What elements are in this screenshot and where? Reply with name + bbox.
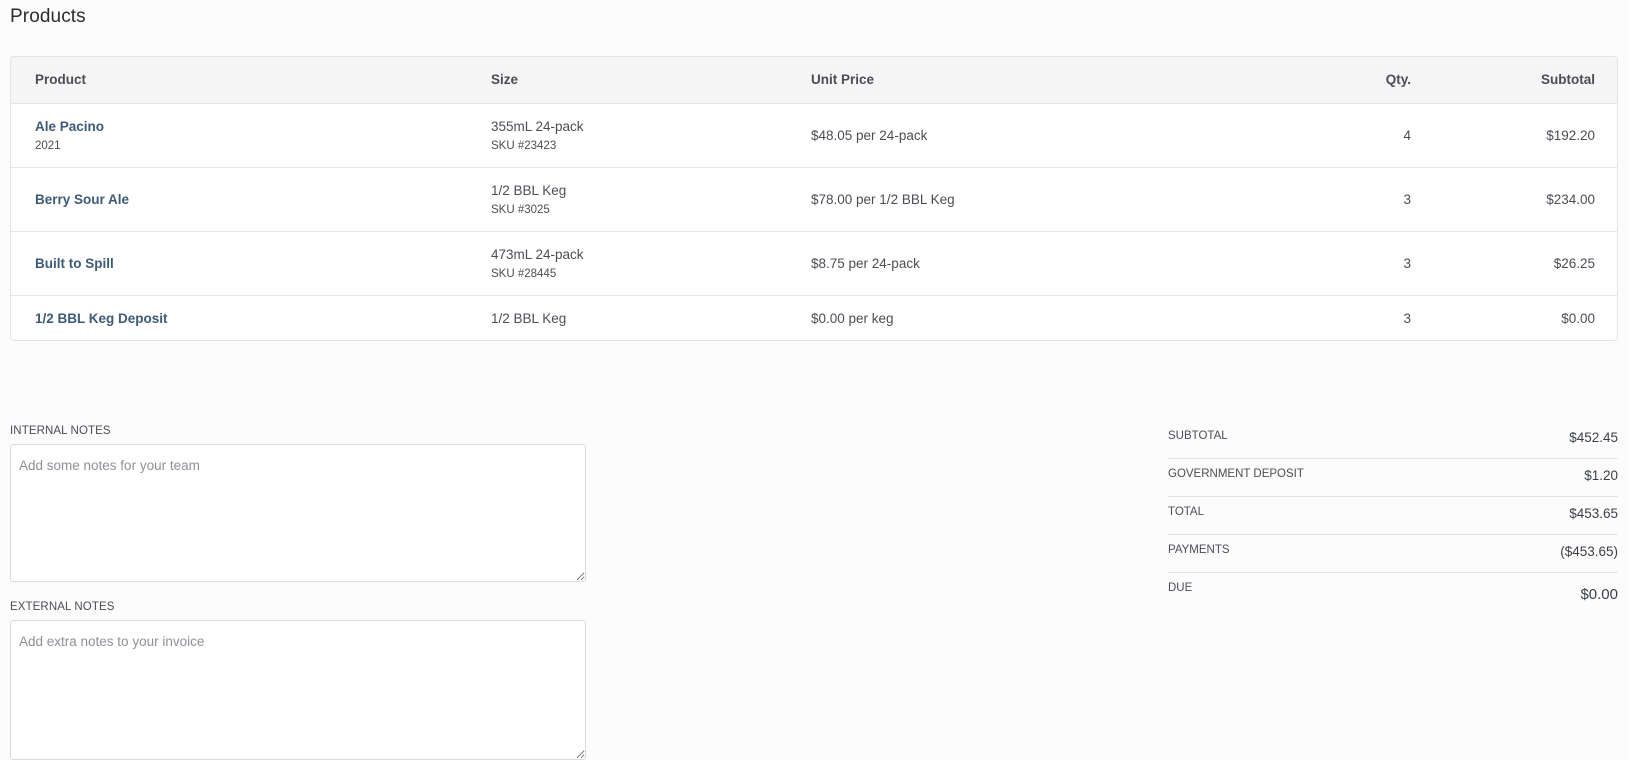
size-label: 473mL 24-pack [491,246,584,262]
product-cell: 1/2 BBL Keg Deposit [11,295,491,340]
subtotal-cell: $234.00 [1546,191,1595,207]
table-row: Ale Pacino 2021 355mL 24-pack SKU #23423… [11,103,1617,167]
product-link[interactable]: Berry Sour Ale [35,192,491,207]
page-title: Products [10,6,86,27]
total-value: $453.65 [1569,506,1618,521]
total-label: TOTAL [1168,506,1204,518]
size-cell: 1/2 BBL Keg [491,295,811,340]
totals-row-total: TOTAL $453.65 [1168,497,1618,535]
subtotal-cell: $0.00 [1561,310,1595,326]
size-cell: 473mL 24-pack SKU #28445 [491,231,811,295]
unit-price-cell: $0.00 per keg [811,310,894,326]
external-notes-label: EXTERNAL NOTES [10,601,115,613]
sku-label: SKU #3025 [491,203,550,216]
external-notes-textarea[interactable] [10,620,586,760]
subtotal-value: $452.45 [1569,430,1618,445]
due-label: DUE [1168,582,1193,594]
totals-row-government-deposit: GOVERNMENT DEPOSIT $1.20 [1168,459,1618,497]
product-cell: Berry Sour Ale [11,167,491,231]
product-link[interactable]: Built to Spill [35,256,491,271]
product-vintage: 2021 [35,139,61,152]
products-table-card: Product Size Unit Price Qty. Subtotal Al… [10,56,1618,341]
qty-cell: 3 [1403,255,1411,271]
table-row: 1/2 BBL Keg Deposit 1/2 BBL Keg $0.00 pe… [11,295,1617,340]
column-header-product[interactable]: Product [11,57,491,104]
column-header-size[interactable]: Size [491,57,811,104]
sku-label: SKU #28445 [491,267,557,280]
product-cell: Built to Spill [11,231,491,295]
due-value: $0.00 [1580,586,1618,603]
totals-row-subtotal: SUBTOTAL $452.45 [1168,421,1618,459]
table-header-row: Product Size Unit Price Qty. Subtotal [11,57,1617,104]
qty-cell: 4 [1403,127,1411,143]
column-header-qty[interactable]: Qty. [1211,57,1411,104]
subtotal-label: SUBTOTAL [1168,430,1228,442]
product-link[interactable]: Ale Pacino [35,119,491,134]
unit-price-cell: $48.05 per 24-pack [811,127,928,143]
column-header-subtotal[interactable]: Subtotal [1411,57,1617,104]
subtotal-cell: $192.20 [1546,127,1595,143]
internal-notes-label: INTERNAL NOTES [10,425,111,437]
size-label: 1/2 BBL Keg [491,182,567,198]
size-label: 355mL 24-pack [491,118,584,134]
unit-price-cell: $8.75 per 24-pack [811,255,920,271]
government-deposit-label: GOVERNMENT DEPOSIT [1168,468,1304,480]
size-label: 1/2 BBL Keg [491,310,567,326]
sku-label: SKU #23423 [491,139,557,152]
size-cell: 355mL 24-pack SKU #23423 [491,103,811,167]
totals-row-due: DUE $0.00 [1168,573,1618,611]
table-row: Berry Sour Ale 1/2 BBL Keg SKU #3025 $78… [11,167,1617,231]
size-cell: 1/2 BBL Keg SKU #3025 [491,167,811,231]
totals-summary: SUBTOTAL $452.45 GOVERNMENT DEPOSIT $1.2… [1168,421,1618,611]
unit-price-cell: $78.00 per 1/2 BBL Keg [811,191,955,207]
product-link[interactable]: 1/2 BBL Keg Deposit [35,311,491,326]
table-row: Built to Spill 473mL 24-pack SKU #28445 … [11,231,1617,295]
payments-label: PAYMENTS [1168,544,1230,556]
qty-cell: 3 [1403,310,1411,326]
product-cell: Ale Pacino 2021 [11,103,491,167]
column-header-unit-price[interactable]: Unit Price [811,57,1211,104]
qty-cell: 3 [1403,191,1411,207]
government-deposit-value: $1.20 [1584,468,1618,483]
payments-value: ($453.65) [1560,544,1618,559]
internal-notes-textarea[interactable] [10,444,586,582]
subtotal-cell: $26.25 [1553,255,1595,271]
products-table: Product Size Unit Price Qty. Subtotal Al… [11,57,1617,340]
totals-row-payments: PAYMENTS ($453.65) [1168,535,1618,573]
